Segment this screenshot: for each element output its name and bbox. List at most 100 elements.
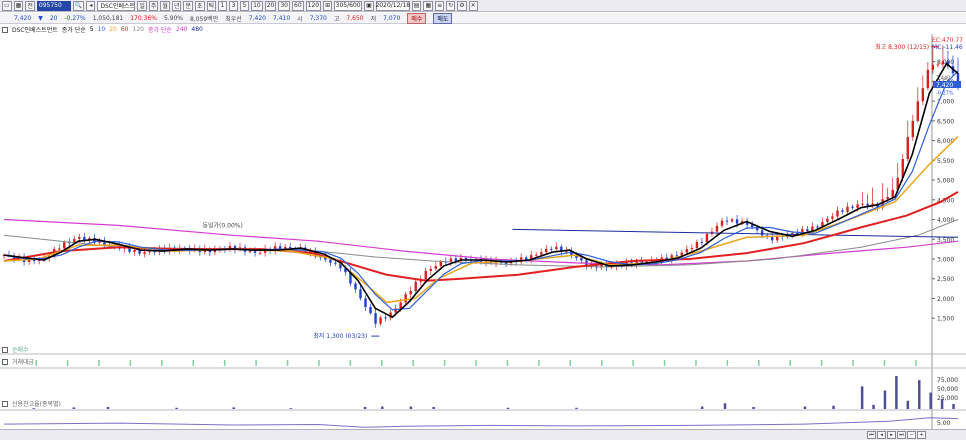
period-month-button[interactable]: 월 — [160, 0, 170, 11]
mini-bar — [129, 360, 132, 366]
mc-label: MC:-11.46 — [932, 44, 963, 51]
first-icon[interactable]: ⏮ — [867, 431, 876, 439]
mini-bar — [66, 360, 69, 366]
interval-60[interactable]: 60 — [292, 0, 304, 11]
mini-bar — [192, 360, 195, 366]
mini-bar — [161, 360, 163, 366]
settings-icon[interactable]: ⚙ — [457, 0, 467, 11]
period-tick-button[interactable]: 틱 — [206, 0, 217, 11]
candle-body — [861, 203, 864, 205]
candle-body — [369, 307, 372, 314]
price-chart[interactable]: 8,0007,5007,0006,5006,0005,5005,0004,500… — [0, 12, 966, 429]
volume-tick-label: 25,000 — [937, 395, 958, 402]
list-icon[interactable]: ≡ — [435, 0, 445, 11]
price-tag: 7,420 — [936, 82, 953, 89]
candle-body — [434, 266, 438, 269]
volume-bar — [232, 407, 235, 409]
zoom-out-icon[interactable]: − — [907, 431, 916, 439]
zoom-in-icon[interactable]: + — [917, 431, 926, 439]
volume-bar — [918, 380, 921, 409]
close-icon[interactable]: ✕ — [468, 0, 478, 11]
chart-type-button[interactable]: ▭ — [2, 0, 12, 11]
next-icon[interactable]: ▸ — [887, 431, 896, 439]
candle-body — [414, 281, 417, 291]
candle-body — [253, 251, 257, 253]
volume-bar — [940, 398, 944, 409]
interval-20[interactable]: 20 — [264, 0, 277, 11]
split-view-button[interactable]: ▦ — [13, 0, 24, 11]
mini-bar — [663, 360, 666, 366]
calendar-icon[interactable]: ▣ — [364, 0, 374, 11]
candle-body — [429, 268, 432, 271]
interval-1[interactable]: 1 — [218, 0, 228, 11]
arrow-icon[interactable]: ◂ — [86, 0, 96, 11]
interval-10[interactable]: 10 — [251, 0, 263, 11]
candle-body — [83, 236, 86, 240]
candle-body — [78, 236, 81, 239]
candle-body — [550, 248, 553, 250]
interval-5[interactable]: 5 — [240, 0, 250, 11]
candle-body — [886, 196, 889, 200]
period-second-button[interactable]: 초 — [195, 0, 205, 11]
candle-body — [63, 242, 66, 249]
volume-bar — [506, 407, 510, 409]
market-select[interactable]: 전 — [25, 0, 35, 11]
candle-body — [354, 283, 357, 290]
nav-buttons: ⏮ ◂ ▸ ⏭ − + — [867, 431, 926, 439]
interval-30[interactable]: 30 — [278, 0, 290, 11]
period-year-button[interactable]: 년 — [171, 0, 182, 11]
period-minute-button[interactable]: 분 — [183, 0, 194, 11]
y-tick-label: 5,000 — [937, 178, 954, 185]
period-day-button[interactable]: 일 — [137, 0, 147, 11]
stock-code-input[interactable]: 095750 — [36, 0, 71, 11]
high-annotation: 최고 8,300 (12/15) — [875, 43, 929, 51]
candle-body — [545, 248, 548, 253]
candle-body — [248, 251, 252, 253]
mini-bar — [569, 360, 572, 366]
candle-body — [278, 246, 282, 249]
zoom-icon[interactable]: ⊞ — [323, 0, 333, 11]
volume-bar — [409, 406, 413, 409]
volume-checkbox[interactable] — [2, 358, 8, 365]
candle-body — [540, 252, 543, 255]
y-tick-label: 6,000 — [937, 138, 954, 145]
grid-icon[interactable]: ▦ — [423, 0, 434, 11]
credit-label: 신용잔고율(종목별) — [12, 401, 61, 408]
candle-body — [329, 259, 332, 263]
candle-body — [675, 255, 679, 257]
mini-checkbox[interactable] — [2, 346, 8, 353]
date-input[interactable]: 2020/12/18 — [376, 0, 410, 11]
last-icon[interactable]: ⏭ — [897, 431, 906, 439]
candle-body — [690, 247, 694, 250]
prev-icon[interactable]: ◂ — [877, 431, 886, 439]
bottom-scroll-bar[interactable]: ⏮ ◂ ▸ ⏭ − + — [0, 429, 966, 440]
save-icon[interactable]: ▤ — [411, 0, 422, 11]
mini-bar — [915, 360, 917, 366]
candle-body — [725, 220, 729, 222]
candle-body — [133, 249, 136, 252]
mini-bar — [223, 360, 226, 366]
search-icon[interactable]: 🔍 — [72, 0, 85, 11]
interval-120[interactable]: 120 — [305, 0, 322, 11]
refresh-icon[interactable]: ↻ — [446, 0, 456, 11]
mini-bar — [35, 360, 37, 366]
period-week-button[interactable]: 주 — [148, 0, 159, 11]
bar-count-input[interactable]: 305/600 — [334, 0, 363, 11]
chart-toolbar: ▭ ▦ 전 095750 🔍 ◂ DSC인베스트 일 주 월 년 분 초 틱 1… — [0, 0, 966, 12]
prev-price-tag: 7,440 — [936, 76, 950, 82]
low-annotation: 최저 1,300 (03/23) — [313, 332, 367, 340]
volume-tick-label: 50,000 — [937, 386, 958, 393]
candle-body — [911, 120, 914, 138]
mid-annotation: 동일가(0.00%) — [203, 221, 243, 229]
volume-bar — [72, 407, 76, 409]
mini-bar — [98, 360, 100, 366]
candle-body — [409, 290, 412, 295]
y-tick-label: 2,500 — [937, 276, 954, 283]
interval-3[interactable]: 3 — [229, 0, 239, 11]
volume-bar — [32, 408, 36, 409]
volume-bar — [952, 404, 955, 409]
mini-panel-title: 순매수 — [2, 345, 29, 354]
volume-bar — [895, 376, 898, 409]
candle-body — [334, 262, 337, 264]
credit-checkbox[interactable] — [2, 400, 8, 407]
